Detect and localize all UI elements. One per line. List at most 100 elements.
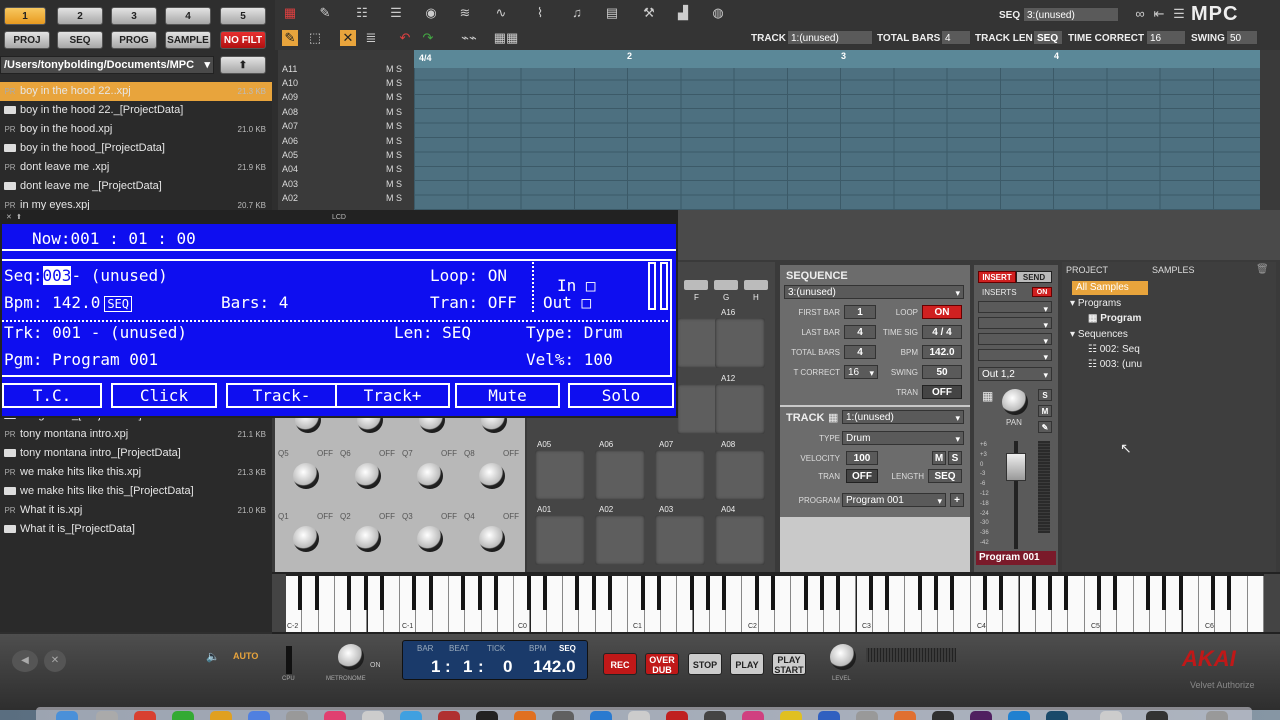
lcd-seq-field[interactable]: 003 <box>42 266 72 285</box>
timeline-ruler[interactable]: 4/4 2 3 4 <box>414 50 1260 68</box>
inserts-on-toggle[interactable]: ON <box>1032 287 1052 297</box>
samples-tab[interactable]: SAMPLES <box>1152 265 1195 275</box>
lcd-click-button[interactable]: Click <box>111 383 217 408</box>
link-icon[interactable]: ∞ <box>1132 6 1148 22</box>
mixer-icon[interactable]: ☷ <box>354 5 370 21</box>
automation-icon[interactable]: ⌁⌁ <box>453 30 485 46</box>
program-item[interactable]: ▦ Program <box>1088 313 1141 324</box>
piano-key-white[interactable] <box>432 576 449 632</box>
bank-2-button[interactable]: 2 <box>57 7 103 25</box>
project-tab[interactable]: PROJECT <box>1066 265 1108 275</box>
table-row[interactable]: A04 M S <box>278 162 412 176</box>
lcd-track-minus-button[interactable]: Track- <box>226 383 336 408</box>
lcd-track[interactable]: Trk: 001 - (unused) <box>4 323 187 342</box>
sequence-grid[interactable] <box>414 68 1260 210</box>
app-icon[interactable] <box>590 711 612 720</box>
metronome-knob[interactable] <box>338 644 364 670</box>
table-row[interactable]: A02 M S <box>278 191 412 205</box>
program-dropdown[interactable]: Program 001 <box>842 493 946 508</box>
pad-a03[interactable] <box>655 515 705 565</box>
insert-slot-1[interactable] <box>978 301 1052 316</box>
app-icon[interactable] <box>286 711 308 720</box>
sequences-node[interactable]: ▾ Sequences <box>1070 329 1128 340</box>
list-item[interactable]: PR What it is.xpj 21.0 KB <box>0 501 272 520</box>
app-icon[interactable] <box>780 711 802 720</box>
arrow-left-icon[interactable]: ◀ <box>12 650 38 672</box>
type-dropdown[interactable]: Drum <box>842 431 964 446</box>
app-icon[interactable] <box>894 711 916 720</box>
pad-a01[interactable] <box>535 515 585 565</box>
track-select[interactable]: 1:(unused) <box>842 410 964 425</box>
pad-bank-button[interactable] <box>714 280 738 290</box>
lcd-tran[interactable]: Tran: OFF <box>430 293 517 312</box>
path-dropdown[interactable]: /Users/tonybolding/Documents/MPC ▾ <box>0 56 214 74</box>
list-item[interactable]: PR boy in the hood.xpj 21.0 KB <box>0 120 272 139</box>
list-icon[interactable]: ≣ <box>363 30 379 46</box>
app-icon[interactable] <box>362 711 384 720</box>
qlink-knob-q8[interactable]: Q8 OFF <box>461 447 523 509</box>
beat-value[interactable]: 1 <box>463 657 472 677</box>
eq-icon[interactable]: ☰ <box>388 5 404 21</box>
piano-key-white[interactable] <box>840 576 857 632</box>
list-item[interactable]: boy in the hood 22._[ProjectData] <box>0 101 272 120</box>
tools-icon[interactable]: ⚒ <box>641 5 657 21</box>
mute-solo-buttons[interactable]: M S <box>386 105 412 119</box>
pad-a06[interactable] <box>595 450 645 500</box>
bar-value[interactable]: 1 <box>431 657 440 677</box>
piano-key-white[interactable] <box>1117 576 1134 632</box>
piano-key-white[interactable] <box>660 576 678 632</box>
pad-a07[interactable] <box>655 450 705 500</box>
stop-button[interactable]: STOP <box>688 653 722 675</box>
add-program-button[interactable]: + <box>950 493 964 507</box>
lcd-tc-button[interactable]: T.C. <box>2 383 102 408</box>
app-icon[interactable] <box>628 711 650 720</box>
track-len-field[interactable]: SEQ <box>1033 30 1063 45</box>
app-icon[interactable] <box>134 711 156 720</box>
wave-icon[interactable]: ∿ <box>493 5 509 21</box>
note-icon[interactable]: ♫ <box>569 5 585 21</box>
grid-scrollbar[interactable] <box>1260 50 1280 210</box>
piano-key-white[interactable] <box>1231 576 1248 632</box>
lcd-loop[interactable]: Loop: ON <box>430 266 507 285</box>
app-icon[interactable] <box>324 711 346 720</box>
envelope-icon[interactable]: ⌇ <box>532 5 548 21</box>
time-sig-field[interactable]: 4 / 4 <box>922 325 962 339</box>
seq-button[interactable]: SEQ <box>57 31 103 49</box>
lcd-mute-button[interactable]: Mute <box>455 383 560 408</box>
select-tool-icon[interactable]: ⬚ <box>307 30 323 46</box>
list-item[interactable]: PR tony montana intro.xpj 21.1 KB <box>0 425 272 444</box>
t-correct-dropdown[interactable]: 16 <box>844 365 878 380</box>
piano-key-white[interactable] <box>1182 576 1199 632</box>
lcd-bars[interactable]: Bars: 4 <box>221 293 288 312</box>
draw-tool-icon[interactable]: ✎ <box>282 30 298 46</box>
tools-icon[interactable]: ✕ <box>44 650 66 672</box>
mute-solo-buttons[interactable]: M S <box>386 191 412 205</box>
bank-4-button[interactable]: 4 <box>165 7 211 25</box>
pad[interactable] <box>715 384 765 434</box>
tick-value[interactable]: 0 <box>503 657 512 677</box>
table-row[interactable]: A03 M S <box>278 177 412 191</box>
bank-3-button[interactable]: 3 <box>111 7 157 25</box>
finder-icon[interactable] <box>56 711 78 720</box>
send-tab[interactable]: SEND <box>1016 271 1052 283</box>
table-row[interactable]: A06 M S <box>278 134 412 148</box>
app-icon[interactable] <box>704 711 726 720</box>
table-row[interactable]: A10 M S <box>278 76 412 90</box>
pad-a08[interactable] <box>715 450 765 500</box>
keyboard-scroll-right[interactable] <box>1264 574 1280 632</box>
edit-icon[interactable]: ✎ <box>1038 421 1052 433</box>
prog-button[interactable]: PROG <box>111 31 157 49</box>
app-icon[interactable] <box>666 711 688 720</box>
pad[interactable] <box>715 318 765 368</box>
lcd-velocity[interactable]: Vel%: 100 <box>526 350 613 369</box>
last-bar-field[interactable]: 4 <box>844 325 876 339</box>
undo-icon[interactable]: ↶ <box>397 30 413 46</box>
output-dropdown[interactable]: Out 1,2 <box>978 367 1052 382</box>
piano-key-white[interactable] <box>1003 576 1020 632</box>
piano-key-white[interactable] <box>775 576 792 632</box>
track-mute-button[interactable]: M <box>932 451 946 465</box>
table-row[interactable]: A08 M S <box>278 105 412 119</box>
list-item[interactable]: dont leave me _[ProjectData] <box>0 177 272 196</box>
app-icon[interactable] <box>210 711 232 720</box>
eye-icon[interactable]: ◉ <box>423 5 439 21</box>
